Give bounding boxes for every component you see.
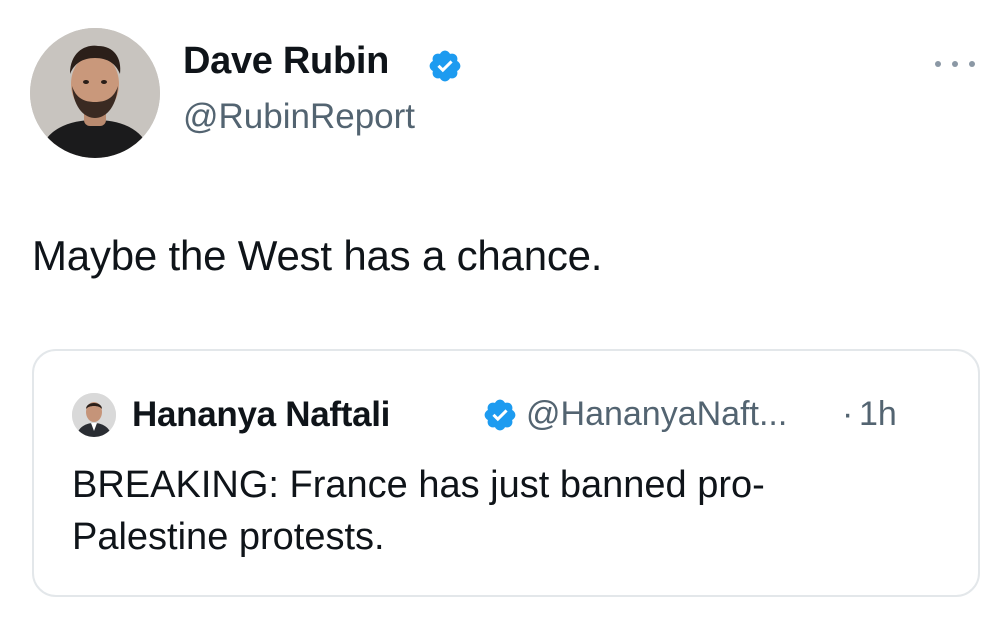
author-name[interactable]: Dave Rubin [183,40,389,83]
quoted-author-avatar[interactable] [72,393,116,437]
tweet-screenshot: Dave Rubin @RubinReport Maybe the West h… [0,0,1000,627]
ellipsis-icon [935,61,941,67]
more-options-button[interactable] [935,54,975,74]
verified-badge-icon [484,399,516,431]
author-avatar[interactable] [30,28,160,158]
quoted-tweet-text: BREAKING: France has just banned pro-Pal… [72,464,765,558]
avatar-photo-icon [30,28,160,158]
quoted-tweet-timestamp[interactable]: 1h [859,395,897,434]
quoted-author-name[interactable]: Hananya Naftali [132,395,390,435]
verified-badge-icon [429,50,461,82]
quoted-author-handle[interactable]: @HananyaNaft... [526,395,787,434]
avatar-photo-icon [72,393,116,437]
quoted-tweet-card[interactable]: Hananya Naftali @HananyaNaft... · 1h BRE… [32,349,980,597]
ellipsis-icon [969,61,975,67]
author-handle[interactable]: @RubinReport [183,97,415,137]
tweet-text: Maybe the West has a chance. [32,232,603,279]
timestamp-separator: · [842,395,854,433]
ellipsis-icon [952,61,958,67]
